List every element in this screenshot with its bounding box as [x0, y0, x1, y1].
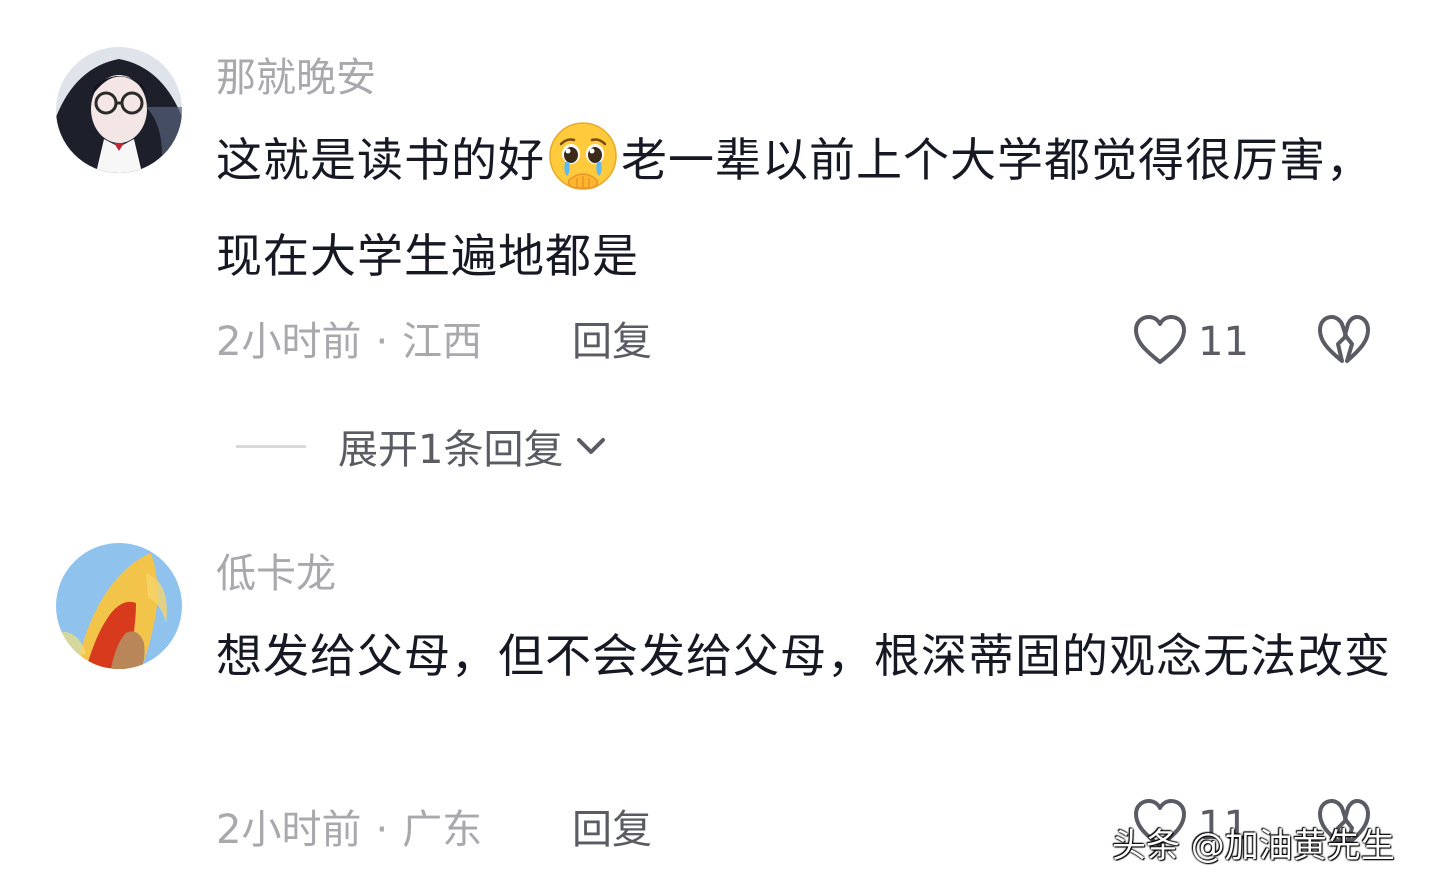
- comment-time: 2小时前: [216, 319, 362, 365]
- like-button[interactable]: 11: [1132, 314, 1249, 370]
- username[interactable]: 低卡龙: [216, 548, 336, 600]
- comment-text: 这就是读书的好 老一辈以前上个大学都觉得很厉害，现在大学生遍地都是: [216, 112, 1406, 304]
- comment-text-part1: 这就是读书的好: [216, 133, 545, 187]
- watermark: 头条 @加油黄先生: [1112, 826, 1395, 866]
- reply-button[interactable]: 回复: [572, 316, 652, 368]
- comment-text: 想发给父母，但不会发给父母，根深蒂固的观念无法改变: [216, 629, 1391, 683]
- separator-dot: ·: [375, 807, 389, 853]
- comment-location: 江西: [402, 319, 483, 365]
- heart-icon: [1132, 314, 1188, 370]
- like-count: 11: [1198, 319, 1249, 365]
- comment-meta: 2小时前 · 江西: [216, 316, 482, 368]
- comment-time: 2小时前: [216, 807, 362, 853]
- dislike-button[interactable]: [1316, 314, 1372, 370]
- expand-replies-button[interactable]: 展开1条回复: [236, 418, 609, 474]
- comment-meta: 2小时前 · 广东: [216, 804, 482, 856]
- broken-heart-icon: [1316, 314, 1372, 370]
- username[interactable]: 那就晚安: [216, 52, 376, 104]
- chevron-down-icon: [573, 434, 609, 458]
- comment-item: 那就晚安 这就是读书的好 老一辈以前上个大学都觉得很厉害，现在大学生遍地都是 2…: [0, 0, 1440, 500]
- expand-replies-label: 展开1条回复: [338, 427, 564, 473]
- avatar[interactable]: [56, 47, 182, 173]
- comment-location: 广东: [402, 807, 483, 853]
- separator-dot: ·: [375, 319, 389, 365]
- pleading-face-emoji-icon: [547, 120, 619, 192]
- divider-line: [236, 444, 306, 448]
- avatar[interactable]: [56, 543, 182, 669]
- reply-button[interactable]: 回复: [572, 804, 652, 856]
